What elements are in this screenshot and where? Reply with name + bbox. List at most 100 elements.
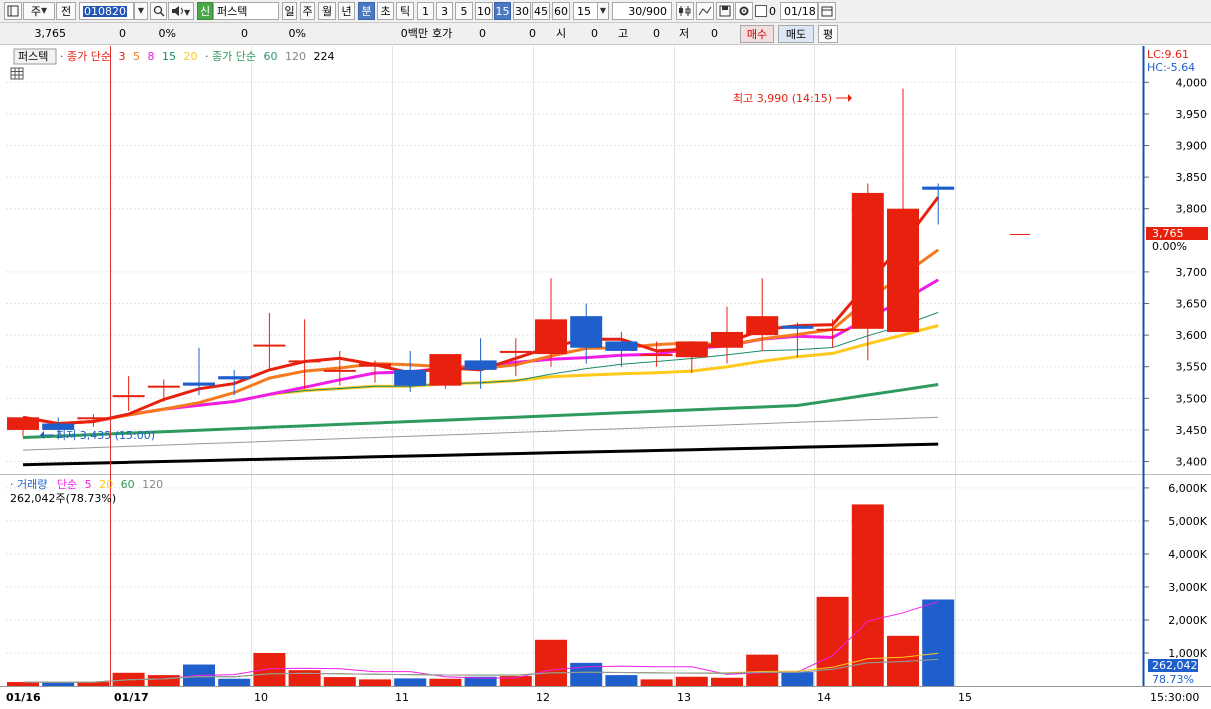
search-icon[interactable] [150,2,167,20]
interval-3-button[interactable]: 3 [436,2,453,20]
interval-1-button[interactable]: 1 [417,2,434,20]
candle-body [394,369,427,386]
volume-legend-ma5: 5 [85,478,92,491]
volume-tick-label: 2,000K [1168,614,1207,627]
period-year-button[interactable]: 년 [338,2,355,20]
candle-body [605,341,638,351]
stock-name-field[interactable]: 퍼스텍 [213,2,279,20]
current-volume-label: 262,042 [1152,659,1198,672]
lc-label: LC:9.61 [1147,48,1189,61]
open-value: 0 [591,27,598,40]
legend-ma120: 120 [285,50,306,63]
period-select[interactable]: 주 ▼ [23,2,55,20]
table-icon[interactable] [10,67,24,80]
candle-body [77,417,110,420]
prev-button[interactable]: 전 [56,2,76,20]
volume-tick-label: 6,000K [1168,482,1207,495]
volume-bar [711,677,743,686]
chart-menu-icon[interactable] [4,2,22,20]
candle-body [253,344,286,347]
period-second-button[interactable]: 초 [377,2,394,20]
interval-60-button[interactable]: 60 [552,2,570,20]
candle-type-icon[interactable] [676,2,694,20]
sell-button[interactable]: 매도 [778,25,814,43]
volume-bar [394,678,427,686]
period-month-button[interactable]: 월 [318,2,336,20]
stock-chart[interactable]: 4,000 3,950 3,900 3,850 3,800 3,700 3,650 3,600… [0,46,1211,709]
change-pct-value: 0% [158,27,176,40]
interval-dropdown[interactable]: ▼ [597,2,609,20]
candle-body [922,186,955,190]
candle-body [675,341,708,358]
stock-code-input[interactable]: 010820 [79,2,134,20]
candle-body [218,376,251,380]
evaluate-button[interactable]: 평 [818,25,838,43]
volume-legend-ma60: 60 [121,478,135,491]
buy-button[interactable]: 매수 [740,25,774,43]
date-checkbox[interactable]: 0 [754,2,780,20]
candle-body [147,385,180,388]
interval-15-button[interactable]: 15 [494,2,511,20]
count-input[interactable]: 30/900 [612,2,672,20]
low-value: 0 [711,27,718,40]
stock-code-dropdown[interactable]: ▼ [134,2,148,20]
candle-body [711,331,743,348]
interval-select[interactable]: 15 [573,2,598,20]
price-tick-label: 3,950 [1176,108,1208,121]
price-tick-label: 3,900 [1176,140,1208,153]
candle-body [183,382,215,386]
volume-bar [288,670,321,686]
volume-legend-sub: 단순 [57,478,77,491]
volume-bar [781,672,814,686]
calendar-icon[interactable] [818,2,836,20]
chart-background [0,46,1211,709]
price-tick-label: 3,850 [1176,171,1208,184]
volume-bar [218,678,251,686]
interval-10-button[interactable]: 10 [475,2,493,20]
x-label-13: 13 [677,691,691,704]
save-icon[interactable] [716,2,734,20]
volume-bar [147,675,180,686]
price-tick-label: 3,450 [1176,424,1208,437]
interval-30-button[interactable]: 30 [513,2,531,20]
candle-body [112,395,145,398]
volume-legend-main: 거래량 [17,478,47,491]
current-price-label: 3,765 [1152,227,1184,240]
x-end-time: 15:30:00 [1150,691,1199,704]
gear-icon[interactable] [735,2,753,20]
price-tick-label: 3,400 [1176,456,1208,469]
price-tick-label: 3,550 [1176,361,1208,374]
volume-tick-label: 4,000K [1168,548,1207,561]
legend-ma224: 224 [313,50,334,63]
volume-tick-label: 5,000K [1168,515,1207,528]
low-label: 저 [679,27,690,40]
current-volume-pct: 78.73% [1152,673,1194,686]
candle-body [746,316,779,336]
sound-icon[interactable]: ▼ [168,2,194,20]
price-tick-label: 4,000 [1176,76,1208,89]
candle-body [359,363,391,367]
volume-bar [640,679,673,686]
volume-value-label: 262,042주(78.73%) [10,492,116,505]
x-label-10: 10 [254,691,268,704]
candle-body [464,360,497,370]
svg-text:▼: ▼ [184,8,191,17]
period-minute-button[interactable]: 분 [358,2,375,20]
candle-body [323,369,356,372]
stock-tab-label: 퍼스텍 [18,50,48,63]
line-chart-icon[interactable] [696,2,714,20]
x-label-15: 15 [958,691,972,704]
candle-body [851,192,884,329]
period-week-button[interactable]: 주 [300,2,315,20]
volume-bar [323,677,356,686]
volume-bar [429,678,462,686]
volume-legend-ma120: 120 [142,478,163,491]
period-tick-button[interactable]: 틱 [396,2,414,20]
interval-5-button[interactable]: 5 [455,2,473,20]
interval-45-button[interactable]: 45 [532,2,550,20]
period-day-button[interactable]: 일 [282,2,297,20]
price-tick-label: 3,700 [1176,266,1208,279]
date-input[interactable]: 01/18 [780,2,818,20]
candle-body [887,208,919,332]
quote-bar: 3,765 0 0% 0 0% 0백만 호가 0 0 시 0 고 0 저 0 매… [0,23,1211,45]
